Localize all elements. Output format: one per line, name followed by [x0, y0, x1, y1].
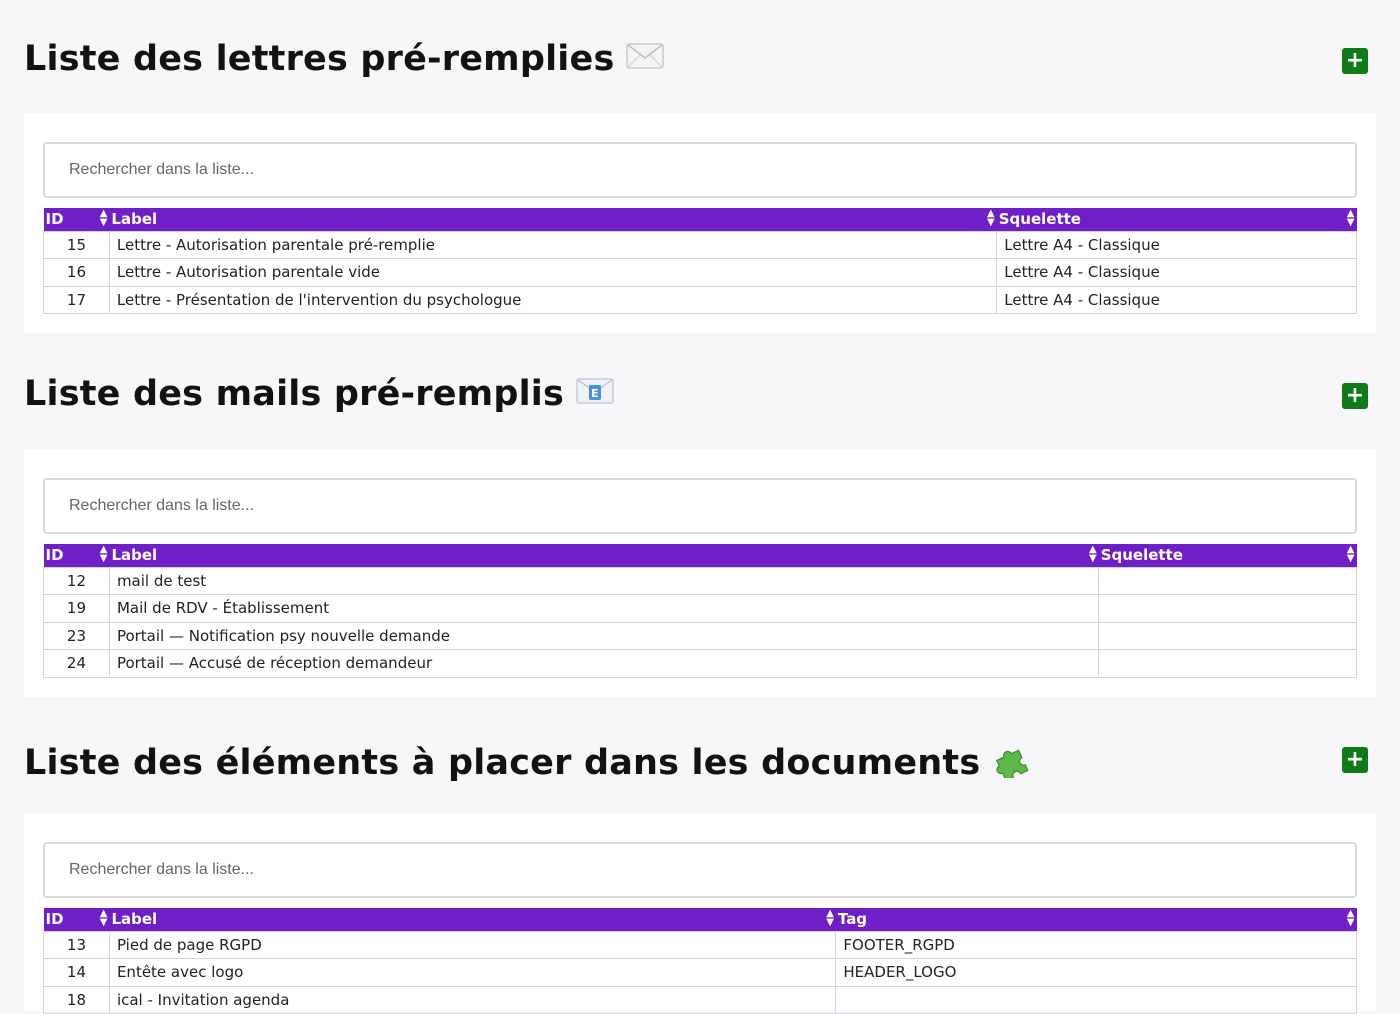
sort-icon[interactable]: ▲ ▼ [826, 909, 834, 928]
elements-card: ID▲▼ Label▲▼ Tag▲▼ 13 Pied de page RGPD … [24, 813, 1376, 1014]
cell-id: 19 [43, 594, 110, 623]
section-header-letters: Liste des lettres pré-remplies + [0, 15, 1400, 105]
sort-icon[interactable]: ▲ ▼ [987, 209, 995, 228]
table-row[interactable]: 23 Portail — Notification psy nouvelle d… [43, 621, 1357, 650]
add-element-button[interactable]: + [1342, 747, 1368, 773]
cell-label: Mail de RDV - Établissement [108, 594, 1100, 623]
cell-label: Portail — Notification psy nouvelle dema… [108, 621, 1100, 650]
search-input[interactable] [43, 142, 1357, 198]
cell-tag: FOOTER_RGPD [835, 930, 1357, 959]
search-input[interactable] [43, 478, 1357, 534]
cell-id: 12 [43, 566, 110, 595]
column-header-id[interactable]: ID ▲ ▼ [44, 908, 110, 931]
cell-id: 16 [43, 258, 110, 287]
cell-id: 24 [43, 649, 110, 678]
add-letter-button[interactable]: + [1342, 48, 1368, 74]
puzzle-piece-icon [992, 738, 1032, 787]
sort-icon[interactable]: ▲ ▼ [100, 209, 108, 228]
search-input[interactable] [43, 842, 1357, 898]
table-header-row: ID ▲ ▼ Label ▲ ▼ Squelette ▲ ▼ [43, 208, 1357, 231]
cell-label: Pied de page RGPD [108, 930, 837, 959]
cell-label: Entête avec logo [108, 958, 837, 987]
table-row[interactable]: 12 mail de test [43, 566, 1357, 595]
table-row[interactable]: 14 Entête avec logo HEADER_LOGO [43, 958, 1357, 987]
cell-id: 18 [43, 985, 110, 1014]
column-header-label[interactable]: Label ▲ ▼ [109, 208, 996, 231]
cell-squelette [1098, 621, 1357, 650]
cell-label: ical - Invitation agenda [108, 985, 837, 1014]
column-header-id[interactable]: ID ▲ ▼ [44, 208, 110, 231]
column-header-squelette[interactable]: Squelette ▲ ▼ [997, 208, 1357, 231]
cell-label: mail de test [108, 566, 1100, 595]
cell-tag [835, 985, 1357, 1014]
sort-icon[interactable]: ▲ ▼ [100, 909, 108, 928]
envelope-icon [626, 39, 665, 79]
sort-icon[interactable]: ▲ ▼ [1089, 545, 1097, 564]
e-mail-icon: E [576, 374, 614, 414]
letters-card: ID▲▼ Label▲▼ Squelette▲▼ 15 Lettre - Aut… [24, 113, 1376, 333]
section-title: Liste des mails pré-remplis E [24, 374, 614, 414]
section-header-mails: Liste des mails pré-remplis E + [0, 350, 1400, 440]
table-row[interactable]: 18 ical - Invitation agenda [43, 985, 1357, 1014]
column-header-label[interactable]: Label ▲ ▼ [109, 908, 835, 931]
cell-id: 15 [43, 230, 110, 259]
table-header-row: ID ▲ ▼ Label ▲ ▼ Squelette ▲ ▼ [43, 544, 1357, 567]
section-title: Liste des éléments à placer dans les doc… [24, 738, 1032, 787]
cell-id: 14 [43, 958, 110, 987]
cell-label: Lettre - Présentation de l'intervention … [108, 285, 998, 314]
cell-squelette [1098, 649, 1357, 678]
column-header-label[interactable]: Label ▲ ▼ [109, 544, 1098, 567]
cell-id: 13 [43, 930, 110, 959]
sort-icon[interactable]: ▲ ▼ [1347, 545, 1355, 564]
cell-squelette [1098, 594, 1357, 623]
mails-card: ID▲▼ Label▲▼ Squelette▲▼ 12 mail de test… [24, 449, 1376, 697]
cell-id: 17 [43, 285, 110, 314]
letters-table: ID ▲ ▼ Label ▲ ▼ Squelette ▲ ▼ 15 Lettre - Aut… [43, 208, 1357, 314]
cell-id: 23 [43, 621, 110, 650]
table-header-row: ID ▲ ▼ Label ▲ ▼ Tag ▲ ▼ [43, 908, 1357, 931]
sort-icon[interactable]: ▲ ▼ [1347, 209, 1355, 228]
section-title-text: Liste des éléments à placer dans les doc… [24, 742, 981, 783]
column-header-tag[interactable]: Tag ▲ ▼ [836, 908, 1357, 931]
cell-label: Portail — Accusé de réception demandeur [108, 649, 1100, 678]
cell-label: Lettre - Autorisation parentale vide [108, 258, 998, 287]
elements-table: ID ▲ ▼ Label ▲ ▼ Tag ▲ ▼ 13 Pied de page RGPD … [43, 908, 1357, 1014]
section-title-text: Liste des lettres pré-remplies [24, 39, 615, 79]
section-header-elements: Liste des éléments à placer dans les doc… [0, 714, 1400, 804]
table-row[interactable]: 13 Pied de page RGPD FOOTER_RGPD [43, 930, 1357, 959]
cell-squelette: Lettre A4 - Classique [996, 285, 1357, 314]
mails-table: ID ▲ ▼ Label ▲ ▼ Squelette ▲ ▼ 12 mail de test… [43, 544, 1357, 678]
table-row[interactable]: 17 Lettre - Présentation de l'interventi… [43, 285, 1357, 314]
column-header-squelette[interactable]: Squelette ▲ ▼ [1099, 544, 1357, 567]
cell-squelette [1098, 566, 1357, 595]
table-row[interactable]: 16 Lettre - Autorisation parentale vide … [43, 258, 1357, 287]
cell-tag: HEADER_LOGO [835, 958, 1357, 987]
table-row[interactable]: 24 Portail — Accusé de réception demande… [43, 649, 1357, 678]
cell-squelette: Lettre A4 - Classique [996, 258, 1357, 287]
svg-text:E: E [591, 387, 599, 400]
table-row[interactable]: 19 Mail de RDV - Établissement [43, 594, 1357, 623]
cell-squelette: Lettre A4 - Classique [996, 230, 1357, 259]
column-header-id[interactable]: ID ▲ ▼ [44, 544, 110, 567]
sort-icon[interactable]: ▲ ▼ [100, 545, 108, 564]
section-title: Liste des lettres pré-remplies [24, 39, 665, 79]
cell-label: Lettre - Autorisation parentale pré-remp… [108, 230, 998, 259]
section-title-text: Liste des mails pré-remplis [24, 374, 565, 414]
table-row[interactable]: 15 Lettre - Autorisation parentale pré-r… [43, 230, 1357, 259]
sort-icon[interactable]: ▲ ▼ [1347, 909, 1355, 928]
add-mail-button[interactable]: + [1342, 383, 1368, 409]
